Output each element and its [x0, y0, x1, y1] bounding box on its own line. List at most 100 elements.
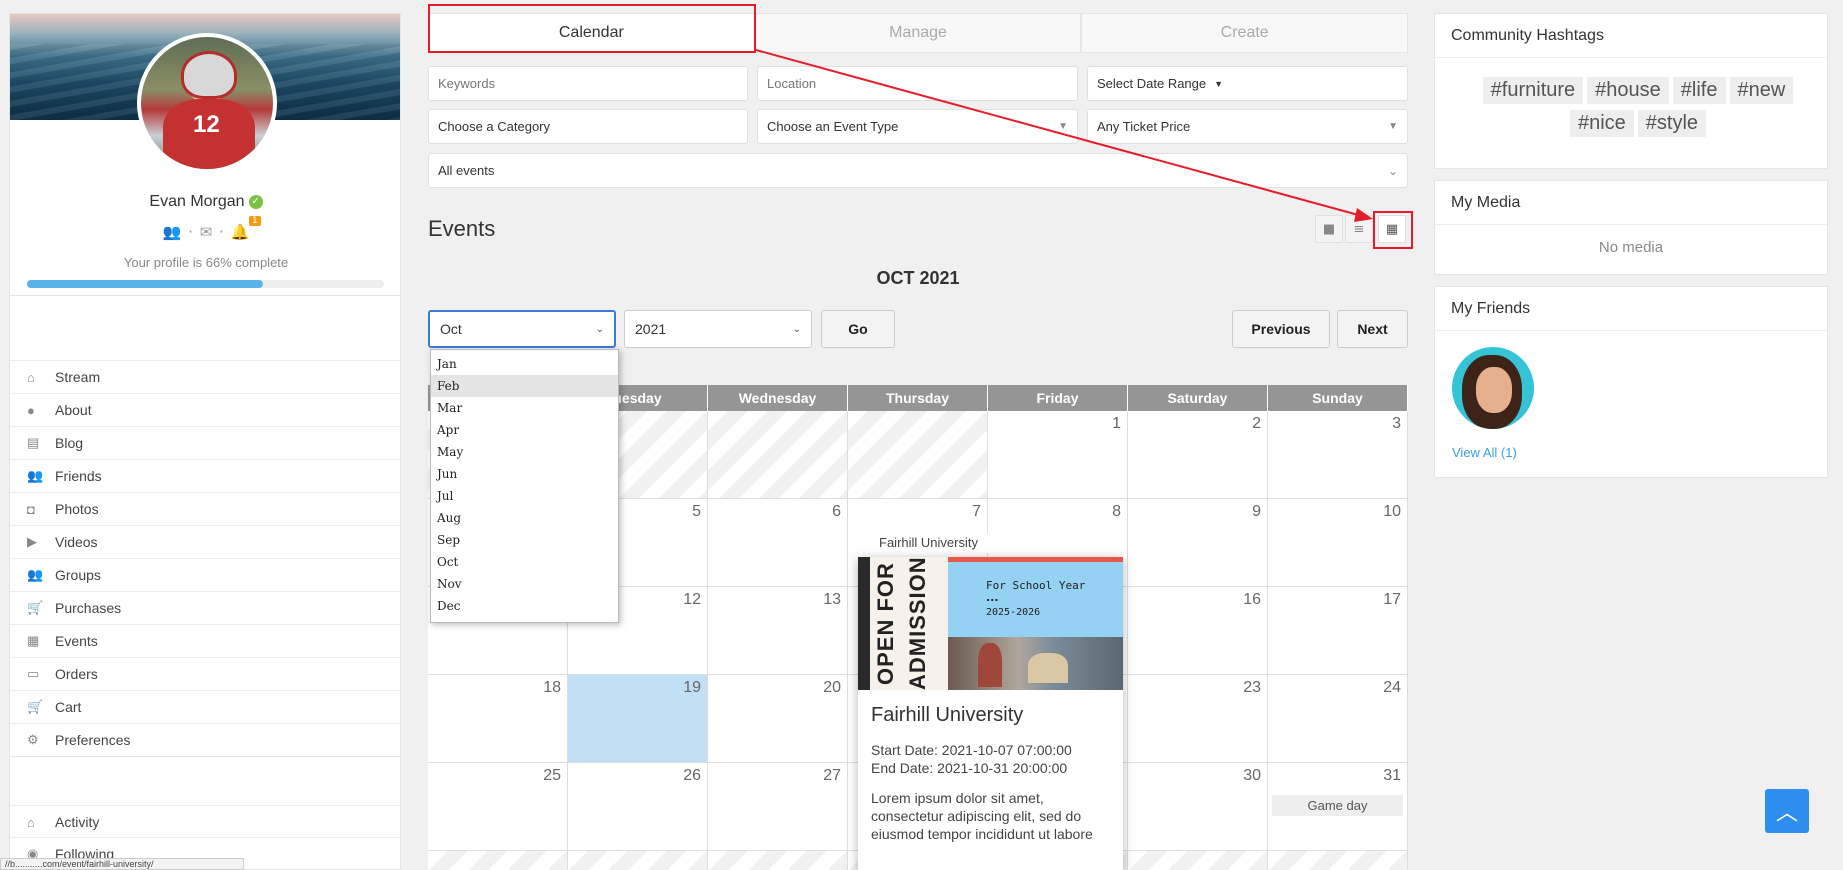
calendar-day-empty — [848, 411, 988, 499]
calendar-day-17[interactable]: 17 — [1268, 587, 1408, 675]
go-button[interactable]: Go — [821, 310, 895, 348]
envelope-icon[interactable]: ✉ — [200, 223, 213, 241]
sidebar-item-photos[interactable]: ◘ Photos — [10, 492, 400, 525]
annotation-box-calendar-view — [1373, 211, 1413, 249]
calendar-day-24[interactable]: 24 — [1268, 675, 1408, 763]
calendar-day-25[interactable]: 25 — [428, 763, 568, 851]
event-popup[interactable]: OPEN FOR ADMISSIONS For School Year ... … — [858, 557, 1123, 870]
sidebar-item-groups[interactable]: 👥 Groups — [10, 558, 400, 591]
day-number: 31 — [1383, 767, 1401, 784]
calendar-day-27[interactable]: 27 — [708, 763, 848, 851]
calendar-day-16[interactable]: 16 — [1128, 587, 1268, 675]
event-description: Lorem ipsum dolor sit amet, consectetur … — [871, 790, 1093, 842]
event-end-date: End Date: 2021-10-31 20:00:00 — [871, 760, 1068, 776]
event-chip[interactable]: Game day — [1272, 795, 1403, 816]
calendar-day-9[interactable]: 9 — [1128, 499, 1268, 587]
tab-create[interactable]: Create — [1081, 13, 1409, 53]
day-number: 10 — [1383, 503, 1401, 520]
keywords-input[interactable] — [428, 66, 748, 101]
my-media-title: My Media — [1451, 194, 1521, 211]
bell-icon[interactable]: 🔔 — [231, 223, 250, 241]
gear-icon: ⚙ — [27, 732, 39, 747]
sidebar-item-videos[interactable]: ▶ Videos — [10, 525, 400, 558]
sidebar-item-label: Activity — [55, 814, 100, 830]
tab-manage[interactable]: Manage — [754, 13, 1082, 53]
my-media-panel: My Media No media — [1434, 180, 1828, 275]
hashtag-style[interactable]: #style — [1637, 110, 1707, 137]
hashtag-new[interactable]: #new — [1729, 77, 1794, 104]
category-select[interactable]: Choose a Category — [428, 109, 748, 144]
profile-name[interactable]: Evan Morgan — [149, 193, 244, 210]
location-input[interactable] — [757, 66, 1078, 101]
sidebar-item-purchases[interactable]: 🛒 Purchases — [10, 591, 400, 624]
month-option-jul[interactable]: Jul — [431, 485, 618, 507]
chevron-up-icon: ︿ — [1775, 801, 1798, 826]
sidebar-item-friends[interactable]: 👥 Friends — [10, 459, 400, 492]
calendar-day-1[interactable]: 1 — [988, 411, 1128, 499]
month-option-jun[interactable]: Jun — [431, 463, 618, 485]
month-option-jan[interactable]: Jan — [431, 353, 618, 375]
day-number: 5 — [692, 503, 701, 520]
calendar-day-13[interactable]: 13 — [708, 587, 848, 675]
calendar-day-19[interactable]: 19 — [568, 675, 708, 763]
calendar-day-3[interactable]: 3 — [1268, 411, 1408, 499]
event-chip-thursday-7[interactable]: Fairhill University — [858, 533, 999, 553]
calendar-day-31[interactable]: 31 Game day — [1268, 763, 1408, 851]
month-option-sep[interactable]: Sep — [431, 529, 618, 551]
calendar-day-26[interactable]: 26 — [568, 763, 708, 851]
date-range-dropdown[interactable]: Select Date Range ▼ — [1087, 66, 1408, 101]
sidebar-item-about[interactable]: ● About — [10, 393, 400, 426]
sidebar-item-blog[interactable]: ▤ Blog — [10, 426, 400, 459]
day-number: 2 — [1252, 415, 1261, 432]
hashtag-list: #furniture #house #life #new #nice #style — [1451, 77, 1825, 143]
month-option-aug[interactable]: Aug — [431, 507, 618, 529]
month-option-dec[interactable]: Dec — [431, 595, 618, 617]
view-all-friends-link[interactable]: View All (1) — [1452, 445, 1517, 460]
calendar-day-10[interactable]: 10 — [1268, 499, 1408, 587]
calendar-day-30[interactable]: 30 — [1128, 763, 1268, 851]
event-image: OPEN FOR ADMISSIONS For School Year ... … — [858, 557, 1123, 690]
friends-icon[interactable]: 👥 — [163, 223, 182, 241]
sidebar-item-orders[interactable]: ▭ Orders — [10, 657, 400, 690]
sidebar-item-label: Preferences — [55, 732, 131, 748]
calendar-day-20[interactable]: 20 — [708, 675, 848, 763]
sidebar-item-stream[interactable]: ⌂ Stream — [10, 360, 400, 393]
friend-avatar[interactable] — [1452, 347, 1534, 429]
calendar-day-2[interactable]: 2 — [1128, 411, 1268, 499]
previous-button[interactable]: Previous — [1232, 310, 1330, 348]
community-hashtags-panel: Community Hashtags #furniture #house #life… — [1434, 13, 1828, 169]
hashtag-furniture[interactable]: #furniture — [1482, 77, 1584, 104]
ticket-price-select[interactable]: Any Ticket Price ▼ — [1087, 109, 1408, 144]
credit-card-icon: ▭ — [27, 666, 40, 681]
next-button[interactable]: Next — [1337, 310, 1408, 348]
events-scope-select[interactable]: All events ⌄ — [428, 153, 1408, 188]
year-select[interactable]: 2021 ⌄ — [624, 310, 812, 348]
sidebar-item-cart[interactable]: 🛒 Cart — [10, 690, 400, 723]
sidebar-item-activity[interactable]: ⌂ Activity — [10, 805, 400, 838]
calendar-day-23[interactable]: 23 — [1128, 675, 1268, 763]
month-option-nov[interactable]: Nov — [431, 573, 618, 595]
ticket-price-label: Any Ticket Price — [1097, 119, 1191, 134]
events-heading: Events — [428, 216, 496, 241]
month-option-mar[interactable]: Mar — [431, 397, 618, 419]
sidebar-item-preferences[interactable]: ⚙ Preferences — [10, 723, 400, 756]
day-number: 19 — [683, 679, 701, 696]
avatar[interactable]: 12 — [137, 33, 277, 173]
list-view-button[interactable]: ≡ — [1345, 215, 1373, 243]
sidebar-item-events[interactable]: ▦ Events — [10, 624, 400, 657]
hashtag-house[interactable]: #house — [1587, 77, 1669, 104]
grid-view-button[interactable]: ■ — [1315, 215, 1343, 243]
event-popup-title[interactable]: Fairhill University — [871, 704, 1023, 727]
scroll-to-top-button[interactable]: ︿ — [1765, 789, 1809, 833]
calendar-day-18[interactable]: 18 — [428, 675, 568, 763]
calendar-day-6[interactable]: 6 — [708, 499, 848, 587]
month-option-oct[interactable]: Oct — [431, 551, 618, 573]
month-option-feb[interactable]: Feb — [431, 375, 618, 397]
month-option-apr[interactable]: Apr — [431, 419, 618, 441]
month-select[interactable]: Oct ⌄ — [428, 310, 616, 348]
event-type-select[interactable]: Choose an Event Type ▼ — [757, 109, 1078, 144]
hashtag-nice[interactable]: #nice — [1569, 110, 1634, 137]
hashtag-life[interactable]: #life — [1672, 77, 1726, 104]
month-option-may[interactable]: May — [431, 441, 618, 463]
profile-progress-text: Your profile is 66% complete — [123, 255, 289, 270]
